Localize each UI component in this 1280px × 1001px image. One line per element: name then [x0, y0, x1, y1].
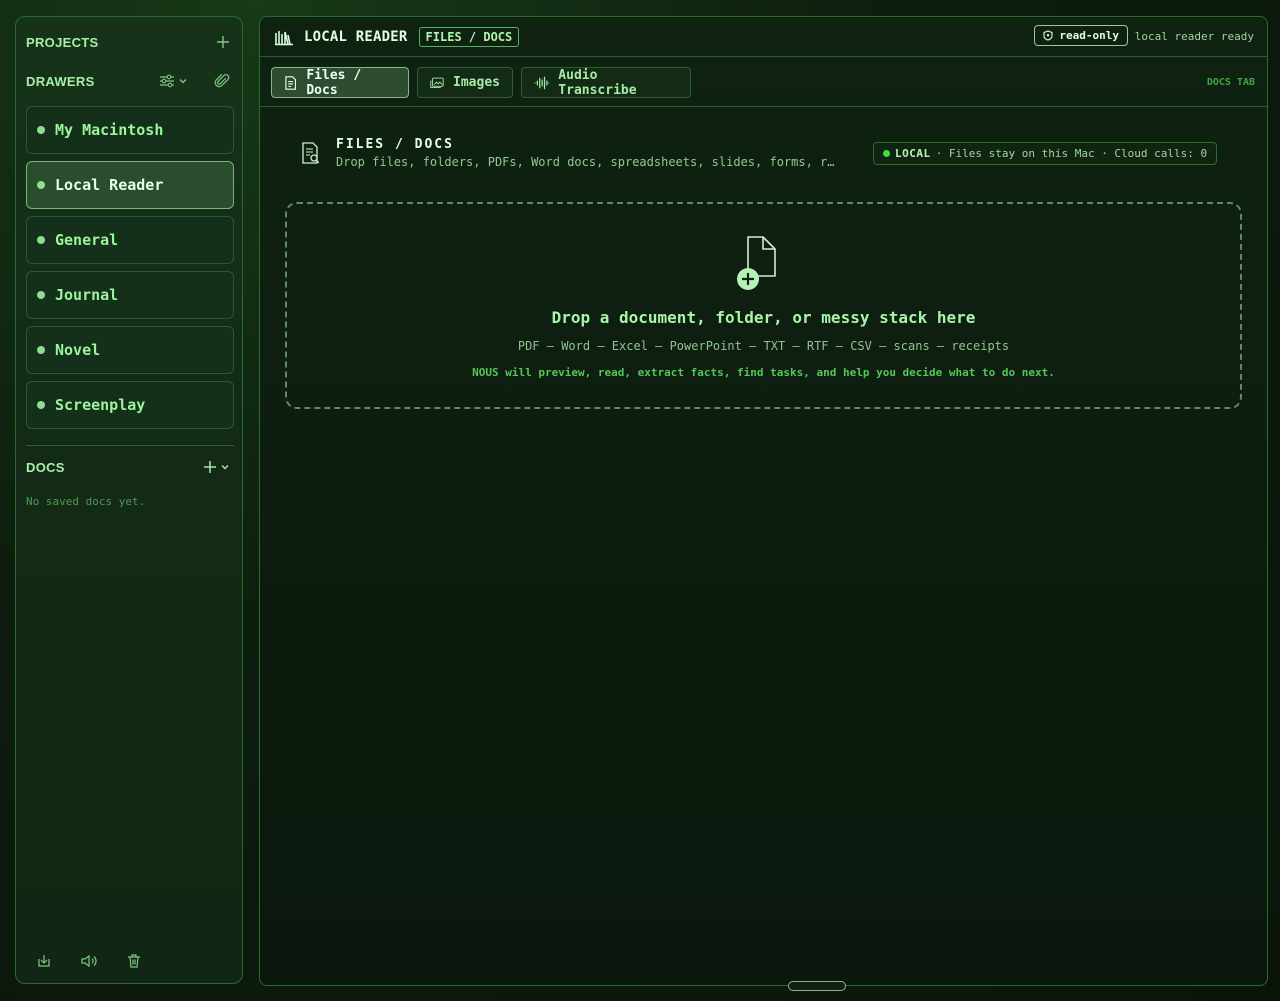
no-docs-message: No saved docs yet. [26, 495, 146, 508]
add-doc-button[interactable] [203, 460, 230, 474]
speaker-icon [81, 954, 97, 968]
status-dot [883, 150, 890, 157]
drop-zone-formats: PDF – Word – Excel – PowerPoint – TXT – … [517, 339, 1010, 353]
delete-button[interactable] [126, 953, 142, 969]
section-subtitle: Drop files, folders, PDFs, Word docs, sp… [336, 155, 836, 169]
speaker-button[interactable] [80, 953, 98, 969]
drawers-title: DRAWERS [26, 73, 95, 89]
projects-header: PROJECTS [26, 32, 230, 52]
drawer-dot [37, 126, 45, 134]
drop-zone-help: NOUS will preview, read, extract facts, … [472, 366, 1055, 379]
shield-icon [1043, 30, 1053, 41]
drawer-label: Screenplay [55, 396, 146, 414]
app-title: LOCAL READER [304, 28, 408, 45]
paperclip-icon [214, 73, 230, 88]
chevron-down-icon [179, 79, 187, 84]
top-bar: LOCAL READER FILES / DOCS read-only loca… [260, 17, 1267, 57]
chevron-down-icon [221, 465, 229, 470]
sidebar: PROJECTS DRAWERS My Macintosh Local Reade… [15, 16, 243, 984]
drawer-dot [37, 181, 45, 189]
read-only-badge[interactable]: read-only [1034, 25, 1128, 46]
drawer-dot [37, 346, 45, 354]
resize-handle[interactable] [788, 981, 846, 991]
drawers-header: DRAWERS [26, 71, 230, 91]
add-file-icon [735, 234, 787, 296]
tab-audio-transcribe[interactable]: Audio Transcribe [521, 67, 691, 98]
drop-zone-title: Drop a document, folder, or messy stack … [551, 308, 976, 327]
drawer-item[interactable]: Novel [26, 326, 234, 374]
drop-zone[interactable]: Drop a document, folder, or messy stack … [285, 202, 1242, 409]
drawer-label: My Macintosh [55, 121, 164, 139]
tab-label: Audio Transcribe [558, 67, 637, 98]
plus-icon [204, 461, 216, 473]
drawer-item[interactable]: Journal [26, 271, 234, 319]
drawer-filter-button[interactable] [159, 74, 188, 88]
plus-icon [217, 36, 229, 48]
drawer-label: Local Reader [55, 176, 164, 194]
drawer-item[interactable]: Screenplay [26, 381, 234, 429]
section-header: FILES / DOCS Drop files, folders, PDFs, … [300, 137, 836, 169]
import-button[interactable] [36, 953, 52, 969]
download-icon [38, 955, 50, 967]
local-badge: LOCAL · Files stay on this Mac · Cloud c… [873, 142, 1218, 165]
drawer-list: My Macintosh Local Reader General Journal No… [26, 106, 234, 436]
document-search-icon [302, 142, 320, 164]
drawer-label: Novel [55, 341, 101, 359]
tab-images[interactable]: Images [417, 67, 513, 98]
docs-header: DOCS [26, 457, 230, 477]
sliders-icon [160, 74, 174, 88]
attach-button[interactable] [214, 73, 230, 89]
tab-label: Files / Docs [306, 67, 362, 98]
drawer-dot [37, 236, 45, 244]
images-icon [430, 77, 444, 88]
tab-context-label: DOCS TAB [1206, 77, 1255, 88]
drawer-dot [37, 291, 45, 299]
tab-label: Images [453, 75, 500, 90]
section-title: FILES / DOCS [336, 137, 454, 152]
local-badge-name: LOCAL [895, 147, 931, 160]
drawer-label: Journal [55, 286, 119, 304]
read-only-label: read-only [1059, 29, 1119, 42]
document-icon [285, 75, 297, 90]
drawer-item[interactable]: My Macintosh [26, 106, 234, 154]
local-badge-text: · Files stay on this Mac · Cloud calls: … [935, 147, 1208, 160]
drawer-label: General [55, 231, 119, 249]
projects-title: PROJECTS [26, 34, 99, 50]
library-icon [274, 28, 294, 46]
sidebar-footer [36, 953, 142, 969]
tab-files-docs[interactable]: Files / Docs [271, 67, 409, 98]
trash-icon [128, 954, 140, 968]
drawer-item[interactable]: Local Reader [26, 161, 234, 209]
status-text: local reader ready [1134, 30, 1254, 43]
waveform-icon [534, 76, 550, 89]
breadcrumb: FILES / DOCS [418, 26, 520, 47]
docs-title: DOCS [26, 459, 65, 475]
drawer-dot [37, 401, 45, 409]
sidebar-divider [26, 445, 234, 446]
drawer-item[interactable]: General [26, 216, 234, 264]
main-panel: LOCAL READER FILES / DOCS read-only loca… [259, 16, 1268, 986]
add-project-button[interactable] [216, 35, 230, 49]
tab-bar: Files / Docs Images Audio Transcribe DOC… [260, 57, 1267, 107]
